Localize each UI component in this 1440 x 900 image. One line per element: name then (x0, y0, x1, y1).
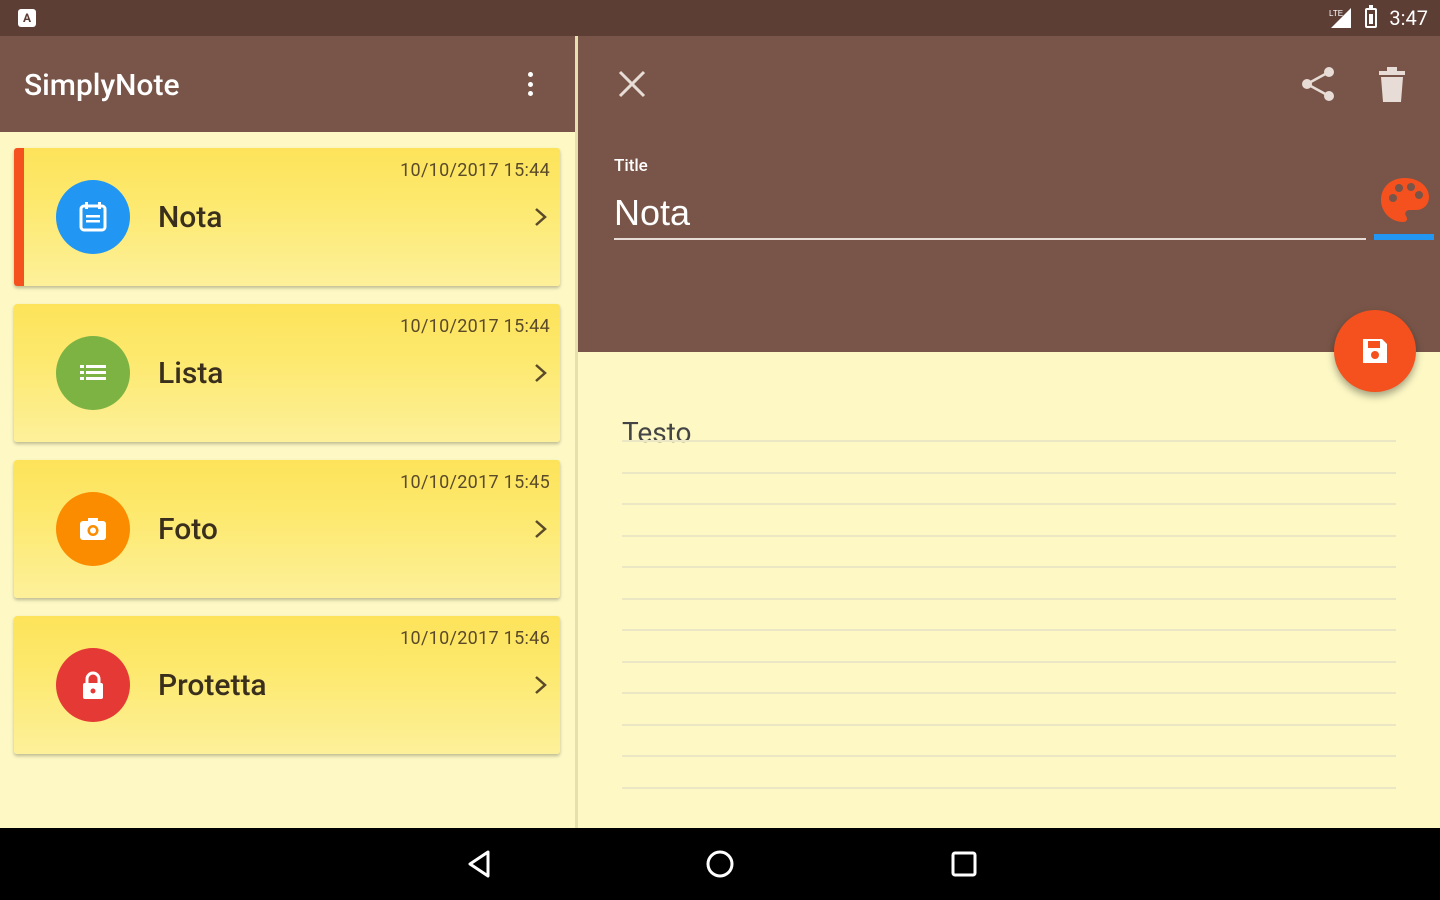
title-input[interactable] (614, 188, 1366, 240)
status-bar-right: LTE 3:47 (1329, 5, 1428, 30)
share-icon[interactable] (1298, 64, 1338, 104)
note-date: 10/10/2017 15:44 (400, 316, 550, 337)
chevron-right-icon (535, 208, 547, 226)
system-navigation-bar (0, 828, 1440, 900)
color-palette-icon[interactable] (1378, 174, 1432, 228)
note-title: Protetta (158, 668, 267, 703)
status-time: 3:47 (1389, 6, 1428, 30)
note-card-protetta[interactable]: 10/10/2017 15:46 Protetta (14, 616, 560, 754)
list-app-bar: SimplyNote (0, 36, 575, 132)
note-title: Nota (158, 200, 223, 235)
ruled-lines (622, 440, 1396, 818)
lock-icon (56, 648, 130, 722)
note-date: 10/10/2017 15:46 (400, 628, 550, 649)
editor-body[interactable]: Testo (578, 352, 1440, 828)
save-button[interactable] (1334, 310, 1416, 392)
note-card-lista[interactable]: 10/10/2017 15:44 Lista (14, 304, 560, 442)
note-title: Foto (158, 512, 218, 547)
home-icon[interactable] (702, 846, 738, 882)
svg-text:LTE: LTE (1329, 9, 1343, 18)
back-icon[interactable] (462, 846, 498, 882)
title-field-label: Title (614, 156, 648, 176)
editor-header: Title (578, 36, 1440, 352)
palette-underline (1374, 234, 1434, 240)
camera-icon (56, 492, 130, 566)
android-notification-icon: A (18, 9, 36, 27)
close-icon[interactable] (614, 66, 650, 102)
cell-signal-icon: LTE (1329, 8, 1353, 28)
note-title: Lista (158, 356, 224, 391)
floppy-disk-icon (1363, 339, 1387, 363)
chevron-right-icon (535, 520, 547, 538)
status-bar: A LTE 3:47 (0, 0, 1440, 36)
note-card-nota[interactable]: 10/10/2017 15:44 Nota (14, 148, 560, 286)
trash-icon[interactable] (1376, 64, 1408, 104)
note-icon (56, 180, 130, 254)
note-date: 10/10/2017 15:45 (400, 472, 550, 493)
notes-list: 10/10/2017 15:44 Nota 10/10/2017 15:44 L… (0, 132, 575, 828)
battery-icon (1365, 5, 1378, 28)
chevron-right-icon (535, 364, 547, 382)
note-date: 10/10/2017 15:44 (400, 160, 550, 181)
chevron-right-icon (535, 676, 547, 694)
recents-icon[interactable] (946, 846, 982, 882)
note-card-foto[interactable]: 10/10/2017 15:45 Foto (14, 460, 560, 598)
app-title: SimplyNote (24, 68, 180, 103)
list-icon (56, 336, 130, 410)
overflow-menu-icon[interactable] (520, 68, 540, 100)
